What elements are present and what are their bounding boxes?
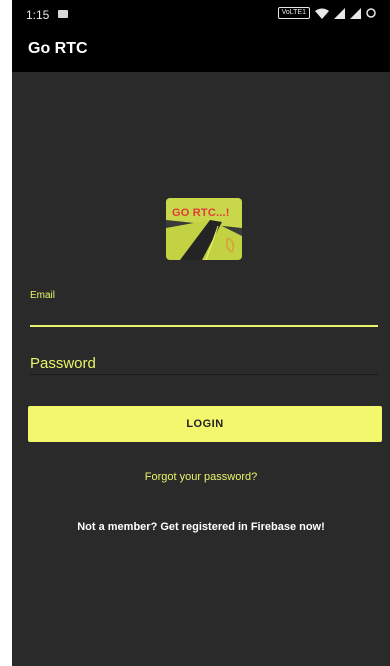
phone-screen: 1:15 VoLTE1 Go RTC GO RTC...! Email LOGI… bbox=[12, 0, 390, 666]
circle-icon bbox=[366, 8, 376, 18]
app-title: Go RTC bbox=[28, 40, 88, 57]
signal-icon bbox=[350, 7, 361, 19]
signal-icon bbox=[334, 7, 345, 19]
app-bar: Go RTC bbox=[12, 28, 390, 72]
logo-text: GO RTC...! bbox=[172, 207, 230, 219]
wifi-icon bbox=[315, 8, 329, 19]
email-field[interactable] bbox=[30, 303, 378, 327]
app-logo: GO RTC...! bbox=[166, 198, 242, 260]
status-time: 1:15 bbox=[26, 8, 50, 22]
volte-badge: VoLTE1 bbox=[277, 7, 310, 19]
register-link[interactable]: Not a member? Get registered in Firebase… bbox=[12, 521, 390, 533]
status-icons: VoLTE1 bbox=[277, 7, 376, 19]
image-icon bbox=[58, 10, 68, 18]
forgot-password-link[interactable]: Forgot your password? bbox=[12, 471, 390, 483]
email-label: Email bbox=[30, 290, 56, 301]
password-field[interactable] bbox=[30, 352, 378, 375]
login-button[interactable]: LOGIN bbox=[28, 406, 382, 442]
status-bar: 1:15 VoLTE1 bbox=[12, 0, 390, 28]
